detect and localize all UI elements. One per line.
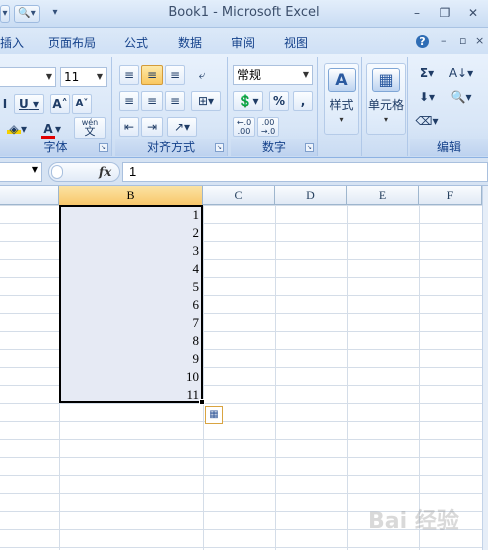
worksheet-grid[interactable]: 1 2 3 4 5 6 7 8 9 10 11 ▦ Bai 经验 [0, 205, 488, 550]
close-button[interactable]: ✕ [462, 4, 484, 22]
number-dialog-launcher[interactable]: ↘ [305, 143, 314, 152]
column-header-e[interactable]: E [347, 186, 419, 205]
tab-review[interactable]: 审阅 [231, 34, 255, 51]
workbook-minimize-button[interactable]: – [441, 34, 447, 47]
styles-group: A 样式 ▾ [321, 57, 362, 156]
underline-button[interactable]: U ▾ [14, 94, 44, 114]
tab-data[interactable]: 数据 [178, 34, 202, 51]
editing-group: Σ▾ A↓▾ ⬇▾ 🔍▾ ⌫▾ 编辑 [410, 57, 488, 156]
cell-b11[interactable]: 11 [61, 386, 199, 404]
decrease-indent-button[interactable]: ⇤ [119, 117, 139, 137]
clear-button[interactable]: ⌫▾ [414, 111, 440, 131]
vertical-scrollbar[interactable] [482, 186, 488, 550]
autofill-options-icon[interactable]: ▦ [205, 406, 223, 424]
merge-center-button[interactable]: ⊞▾ [191, 91, 221, 111]
cell-b1[interactable]: 1 [61, 206, 200, 224]
sort-filter-button[interactable]: A↓▾ [446, 63, 476, 83]
cells-icon: ▦ [372, 68, 400, 92]
column-header-f[interactable]: F [419, 186, 482, 205]
font-dialog-launcher[interactable]: ↘ [99, 143, 108, 152]
shrink-font-button[interactable]: A˅ [72, 94, 92, 114]
column-header-a[interactable] [0, 186, 59, 205]
styles-icon: A [327, 68, 356, 92]
row-gridline [0, 421, 488, 422]
alignment-group: ≡ ≡ ≡ ⤶ ≡ ≡ ≡ ⊞▾ ⇤ ⇥ ↗▾ 对齐方式 ↘ [115, 57, 228, 156]
font-group-label: 字体 [0, 139, 111, 156]
align-left-button[interactable]: ≡ [119, 91, 139, 111]
font-size-select[interactable]: 11 ▼ [60, 67, 107, 87]
increase-indent-button[interactable]: ⇥ [141, 117, 163, 137]
row-gridline [0, 493, 488, 494]
decrease-decimal-button[interactable]: .00 →.0 [257, 117, 279, 137]
column-header-b[interactable]: B [59, 186, 203, 205]
title-bar: ▾ 🔍▾ ▾ Book1 - Microsoft Excel – ❐ ✕ [0, 0, 488, 28]
row-gridline [0, 457, 488, 458]
help-icon[interactable]: ? [416, 35, 429, 48]
column-header-d[interactable]: D [275, 186, 347, 205]
column-headers: B C D E F [0, 186, 488, 205]
cells-group: ▦ 单元格 ▾ [364, 57, 408, 156]
workbook-restore-button[interactable]: ▫ [459, 34, 466, 47]
font-group: ▼ 11 ▼ I U ▾ A˄ A˅ ◈ ▾ A ▾ wén 文 字体 ↘ [0, 57, 112, 156]
autosum-button[interactable]: Σ▾ [414, 63, 440, 83]
formula-input[interactable]: 1 [122, 162, 488, 182]
align-right-button[interactable]: ≡ [165, 91, 185, 111]
grow-font-button[interactable]: A˄ [50, 94, 70, 114]
cell-b6[interactable]: 6 [61, 296, 200, 314]
increase-decimal-button[interactable]: ←.0.00 [233, 117, 255, 137]
cell-b7[interactable]: 7 [61, 314, 200, 332]
insert-function-button[interactable]: fx [99, 165, 111, 179]
cell-b8[interactable]: 8 [61, 332, 200, 350]
cells-button[interactable]: ▦ 单元格 ▾ [366, 63, 406, 135]
fill-color-button[interactable]: ◈ ▾ [2, 119, 32, 139]
percent-style-button[interactable]: % [269, 91, 289, 111]
cell-b3[interactable]: 3 [61, 242, 200, 260]
baidu-watermark: Bai 经验 [368, 509, 459, 534]
wrap-text-button[interactable]: ⤶ [191, 65, 213, 85]
formula-bar: ▼ fx 1 [0, 158, 488, 186]
tab-view[interactable]: 视图 [284, 34, 308, 51]
number-group: 常规 ▼ 💲▾ % , ←.0.00 .00 →.0 数字 ↘ [231, 57, 318, 156]
font-name-select[interactable]: ▼ [0, 67, 56, 87]
styles-button[interactable]: A 样式 ▾ [324, 63, 359, 135]
tab-insert[interactable]: 插入 [0, 34, 24, 51]
cell-b4[interactable]: 4 [61, 260, 200, 278]
font-color-button[interactable]: A ▾ [36, 119, 66, 140]
ribbon-tabs: 插入 页面布局 公式 数据 审阅 视图 ? – ▫ × [0, 28, 488, 54]
ribbon: ▼ 11 ▼ I U ▾ A˄ A˅ ◈ ▾ A ▾ wén 文 字体 ↘ ≡ ≡ ≡ … [0, 54, 488, 158]
accounting-format-button[interactable]: 💲▾ [233, 91, 263, 111]
align-top-button[interactable]: ≡ [119, 65, 139, 85]
orientation-button[interactable]: ↗▾ [167, 117, 197, 137]
row-gridline [0, 547, 488, 548]
italic-button[interactable]: I [0, 94, 10, 114]
minimize-button[interactable]: – [406, 4, 428, 22]
number-format-select[interactable]: 常规 ▼ [233, 65, 313, 85]
alignment-group-label: 对齐方式 [115, 139, 227, 156]
cell-b2[interactable]: 2 [61, 224, 200, 242]
row-gridline [0, 475, 488, 476]
find-select-button[interactable]: 🔍▾ [446, 87, 476, 107]
align-center-button[interactable]: ≡ [141, 91, 163, 111]
fill-button[interactable]: ⬇▾ [414, 87, 440, 107]
tab-formulas[interactable]: 公式 [124, 34, 148, 51]
phonetic-guide-button[interactable]: wén 文 [74, 117, 106, 139]
align-middle-button[interactable]: ≡ [141, 65, 163, 85]
fill-handle[interactable] [199, 399, 205, 405]
comma-style-button[interactable]: , [293, 91, 313, 111]
column-header-c[interactable]: C [203, 186, 275, 205]
paint-bucket-icon: ◈ [6, 120, 21, 136]
expand-handle-icon[interactable] [51, 165, 63, 179]
restore-button[interactable]: ❐ [434, 4, 456, 22]
alignment-dialog-launcher[interactable]: ↘ [215, 143, 224, 152]
name-box[interactable]: ▼ [0, 162, 42, 182]
cell-b10[interactable]: 10 [61, 368, 199, 386]
editing-group-label: 编辑 [410, 139, 488, 156]
cell-b9[interactable]: 9 [61, 350, 200, 368]
tab-page-layout[interactable]: 页面布局 [48, 34, 96, 51]
cell-b5[interactable]: 5 [61, 278, 200, 296]
workbook-close-button[interactable]: × [475, 34, 484, 47]
row-gridline [0, 439, 488, 440]
align-bottom-button[interactable]: ≡ [165, 65, 185, 85]
